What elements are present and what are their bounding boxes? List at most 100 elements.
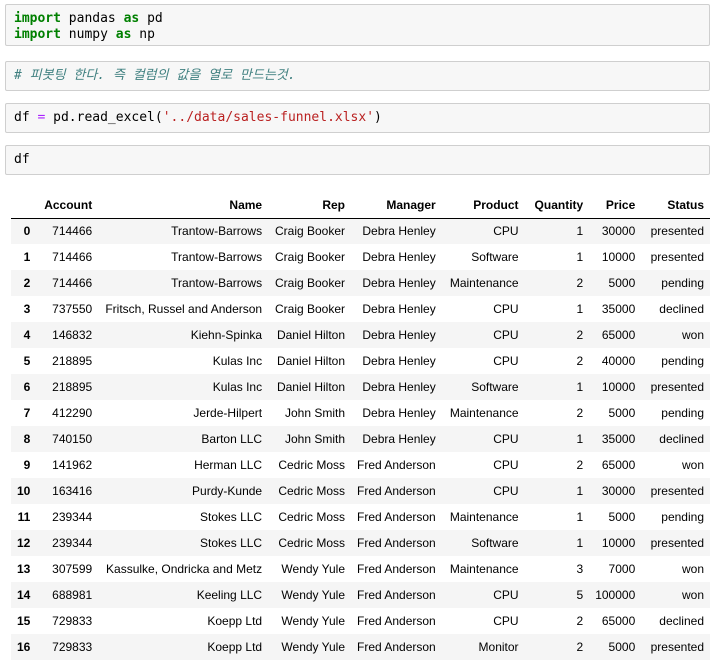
table-cell: Purdy-Kunde — [192, 484, 263, 498]
table-cell: Craig Booker — [274, 250, 346, 264]
table-cell: Trantow-Barrows — [171, 250, 263, 264]
table-cell: 2 — [576, 458, 584, 472]
table-row: 9 141962 Herman LLC Cedric Moss Fred Anderso… — [11, 452, 710, 478]
table-cell: 239344 — [52, 510, 93, 524]
table-cell: 307599 — [52, 562, 93, 576]
table-cell: Wendy Yule — [281, 562, 346, 576]
table-cell: Fritsch, Russel and Anderson — [105, 302, 263, 316]
table-cell: 40000 — [601, 354, 636, 368]
table-row: 14 688981 Keeling LLC Wendy Yule Fred Anders… — [11, 582, 710, 608]
module-name: numpy — [60, 27, 116, 42]
dataframe-table: Account Name Rep Manager Product Quantity Pric… — [11, 192, 710, 660]
code-cell-comment[interactable]: # 피봇팅 한다. 즉 컬럼의 값을 열로 만드는것. — [5, 61, 710, 91]
table-cell: 1 — [576, 302, 584, 316]
table-cell: 740150 — [52, 432, 93, 446]
table-row: 10 163416 Purdy-Kunde Cedric Moss Fred Ander… — [11, 478, 710, 504]
column-header: Product — [441, 192, 525, 219]
table-cell: declined — [659, 302, 704, 316]
table-cell: Keeling LLC — [196, 588, 263, 602]
table-cell: pending — [661, 354, 704, 368]
table-cell: 218895 — [52, 354, 93, 368]
output-area: Account Name Rep Manager Product Quantity Pric… — [5, 174, 710, 666]
alias-name: pd — [139, 11, 163, 26]
row-index: 4 — [23, 328, 31, 342]
table-cell: Koepp Ltd — [207, 614, 263, 628]
table-cell: Monitor — [478, 640, 519, 654]
table-cell: Jerde-Hilpert — [193, 406, 263, 420]
table-cell: Fred Anderson — [357, 588, 436, 602]
table-cell: 239344 — [52, 536, 93, 550]
table-cell: Craig Booker — [274, 224, 346, 239]
table-cell: 714466 — [52, 276, 93, 290]
table-cell: Cedric Moss — [278, 458, 346, 472]
table-cell: Fred Anderson — [357, 640, 436, 654]
table-cell: Fred Anderson — [357, 510, 436, 524]
table-cell: 729833 — [52, 640, 93, 654]
table-row: 6 218895 Kulas Inc Daniel Hilton Debra Henle… — [11, 374, 710, 400]
code-line-import-numpy: import numpy as np — [14, 27, 701, 43]
row-index: 7 — [23, 406, 31, 420]
table-cell: presented — [650, 250, 704, 264]
table-cell: Debra Henley — [362, 432, 436, 446]
table-cell: 5000 — [608, 276, 636, 290]
column-header: Status — [641, 192, 710, 219]
column-header: Account — [36, 192, 99, 219]
table-row: 7 412290 Jerde-Hilpert John Smith Debra Henl… — [11, 400, 710, 426]
table-cell: CPU — [493, 432, 519, 446]
table-cell: declined — [659, 432, 704, 446]
table-cell: Kulas Inc — [212, 380, 263, 394]
table-cell: Maintenance — [449, 510, 519, 524]
table-cell: Software — [471, 380, 519, 394]
table-cell: 100000 — [595, 588, 636, 602]
table-cell: declined — [659, 614, 704, 628]
table-cell: 30000 — [601, 484, 636, 498]
table-cell: 10000 — [601, 250, 636, 264]
table-cell: 141962 — [52, 458, 93, 472]
table-cell: Trantow-Barrows — [171, 276, 263, 290]
table-cell: 146832 — [52, 328, 93, 342]
column-header: Price — [589, 192, 642, 219]
code-cell-imports[interactable]: import pandas as pd import numpy as np — [5, 4, 710, 46]
column-header: Name — [98, 192, 269, 219]
code-line-import-pandas: import pandas as pd — [14, 11, 701, 27]
table-cell: Fred Anderson — [357, 614, 436, 628]
row-index: 3 — [23, 302, 31, 316]
table-row: 5 218895 Kulas Inc Daniel Hilton Debra Henle… — [11, 348, 710, 374]
table-cell: 1 — [576, 250, 584, 264]
table-cell: presented — [650, 536, 704, 550]
table-cell: presented — [650, 224, 704, 239]
code-text: df — [14, 110, 38, 125]
code-cell-df[interactable]: df — [5, 145, 710, 175]
table-cell: Kassulke, Ondricka and Metz — [106, 562, 263, 576]
row-index: 14 — [17, 588, 31, 602]
table-cell: 1 — [576, 224, 584, 239]
table-cell: Debra Henley — [362, 354, 436, 368]
code-text: pd.read_excel( — [45, 110, 163, 125]
table-cell: 10000 — [601, 380, 636, 394]
table-cell: pending — [661, 510, 704, 524]
table-row: 11 239344 Stokes LLC Cedric Moss Fred Anders… — [11, 504, 710, 530]
table-cell: 65000 — [601, 614, 636, 628]
table-cell: Cedric Moss — [278, 484, 346, 498]
table-cell: 30000 — [601, 224, 636, 239]
table-cell: Fred Anderson — [357, 458, 436, 472]
table-cell: CPU — [493, 224, 519, 239]
table-body: 0 714466 Trantow-Barrows Craig Booker Debra … — [11, 218, 710, 660]
row-index: 16 — [17, 640, 31, 654]
table-cell: won — [681, 458, 704, 472]
table-cell: 5 — [576, 588, 584, 602]
table-cell: Debra Henley — [362, 380, 436, 394]
table-cell: 714466 — [52, 224, 93, 239]
table-header-row: Account Name Rep Manager Product Quantity Pric… — [11, 192, 710, 219]
table-cell: Debra Henley — [362, 250, 436, 264]
table-row: 0 714466 Trantow-Barrows Craig Booker Debra … — [11, 218, 710, 244]
table-cell: Koepp Ltd — [207, 640, 263, 654]
table-cell: Stokes LLC — [200, 510, 263, 524]
row-index: 5 — [23, 354, 31, 368]
code-cell-read-excel[interactable]: df = pd.read_excel('../data/sales-funnel… — [5, 103, 710, 133]
table-cell: Cedric Moss — [278, 536, 346, 550]
table-row: 16 729833 Koepp Ltd Wendy Yule Fred Anderson… — [11, 634, 710, 660]
table-cell: Herman LLC — [194, 458, 263, 472]
table-cell: 1 — [576, 536, 584, 550]
table-cell: Daniel Hilton — [276, 354, 346, 368]
